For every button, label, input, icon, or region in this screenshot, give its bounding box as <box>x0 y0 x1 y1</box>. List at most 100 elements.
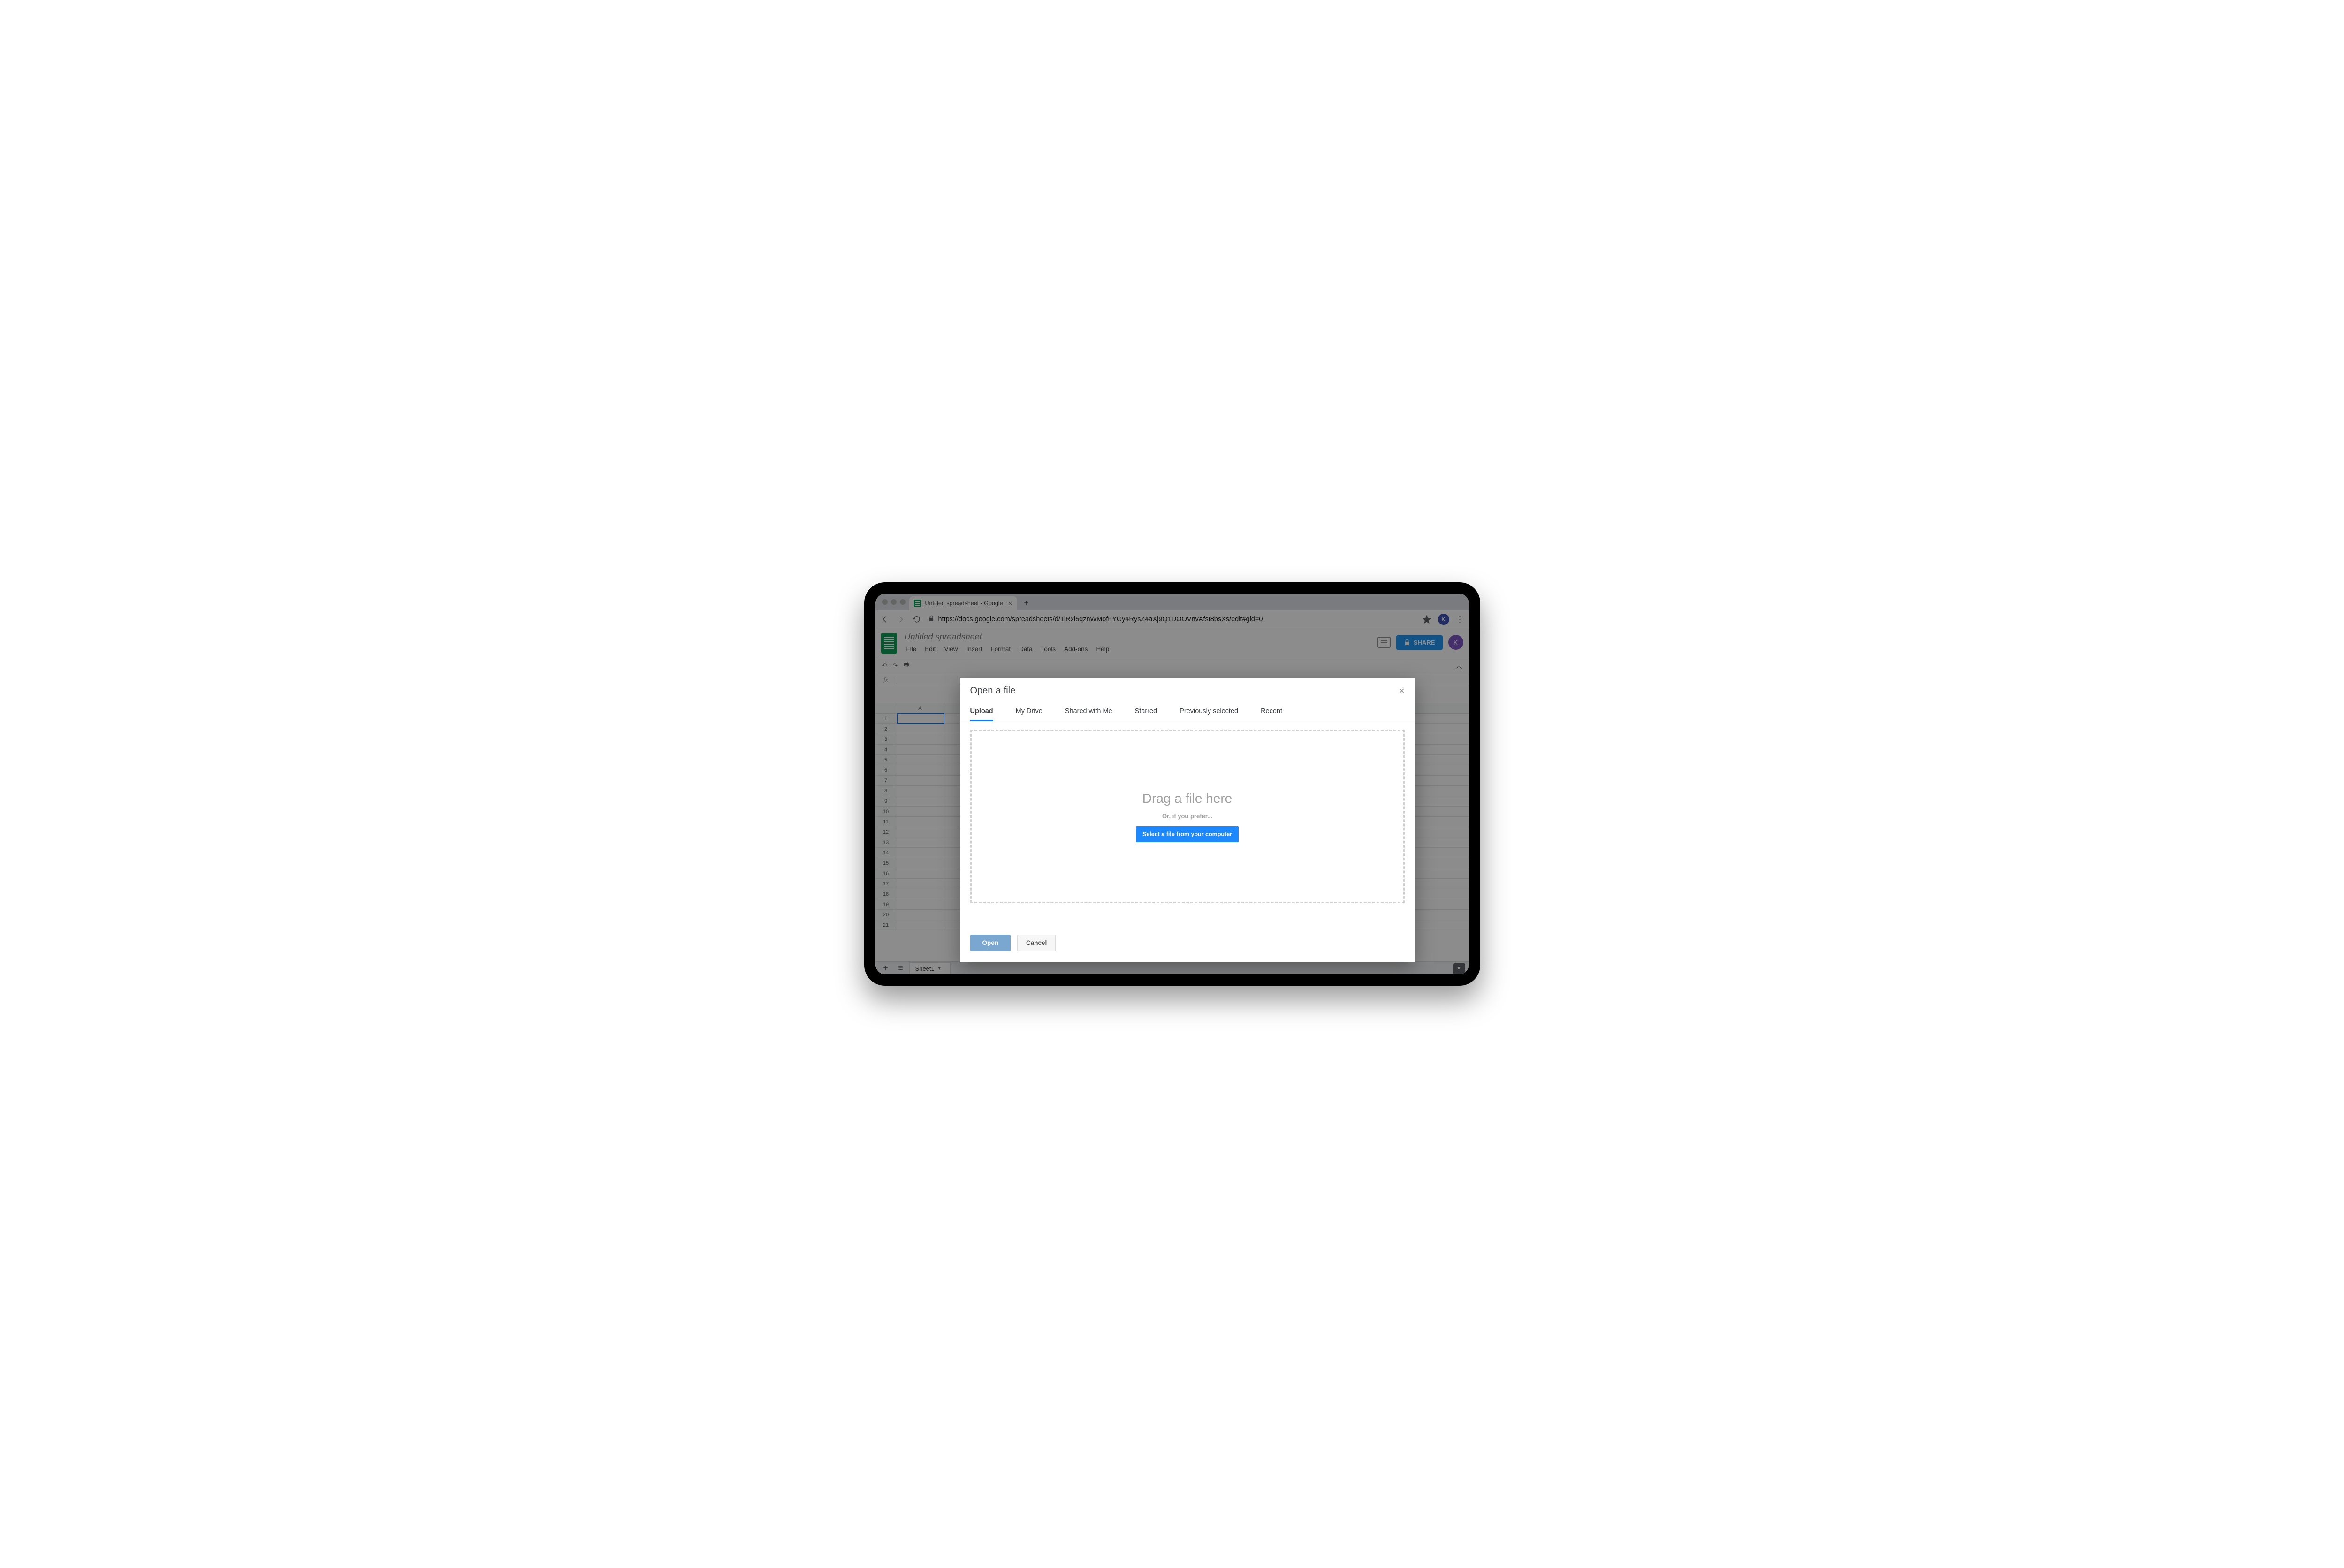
menu-edit[interactable]: Edit <box>921 644 939 655</box>
cell[interactable] <box>897 786 944 796</box>
print-icon[interactable]: 🖶 <box>903 661 909 671</box>
sheets-logo-icon[interactable] <box>881 633 898 650</box>
dialog-tab-recent[interactable]: Recent <box>1261 706 1282 721</box>
row-header[interactable]: 2 <box>875 724 897 734</box>
sheet-tab-menu-icon[interactable]: ▼ <box>937 966 942 971</box>
menu-add-ons[interactable]: Add-ons <box>1060 644 1091 655</box>
url-text: https://docs.google.com/spreadsheets/d/1… <box>938 616 1263 623</box>
menu-tools[interactable]: Tools <box>1037 644 1060 655</box>
column-header[interactable]: A <box>897 703 944 713</box>
sheet-tab[interactable]: Sheet1 ▼ <box>909 962 951 974</box>
open-file-dialog: Open a file × Upload My Drive Shared with … <box>960 678 1415 962</box>
bookmark-star-icon[interactable] <box>1422 615 1431 624</box>
reload-button[interactable] <box>912 615 921 624</box>
row-header[interactable]: 18 <box>875 889 897 899</box>
explore-button[interactable]: ✦ <box>1453 963 1465 974</box>
cell[interactable] <box>897 899 944 909</box>
cancel-button[interactable]: Cancel <box>1017 935 1056 951</box>
dialog-tab-starred[interactable]: Starred <box>1135 706 1157 721</box>
browser-tabstrip: Untitled spreadsheet - Google × + <box>875 594 1469 610</box>
upload-dropzone[interactable]: Drag a file here Or, if you prefer... Se… <box>970 730 1405 903</box>
cell[interactable] <box>897 848 944 858</box>
new-tab-button[interactable]: + <box>1020 596 1033 609</box>
lock-icon <box>928 615 935 624</box>
window-controls[interactable] <box>880 594 909 610</box>
menu-file[interactable]: File <box>903 644 921 655</box>
lock-icon <box>1404 639 1410 646</box>
row-header[interactable]: 8 <box>875 786 897 796</box>
row-header[interactable]: 10 <box>875 807 897 816</box>
cell[interactable] <box>897 807 944 816</box>
cell[interactable] <box>897 817 944 827</box>
select-all-corner[interactable] <box>875 703 897 713</box>
row-header[interactable]: 16 <box>875 868 897 878</box>
undo-icon[interactable]: ↶ <box>882 662 887 670</box>
menu-format[interactable]: Format <box>987 644 1014 655</box>
row-header[interactable]: 21 <box>875 920 897 930</box>
row-header[interactable]: 1 <box>875 714 897 723</box>
cell[interactable] <box>897 889 944 899</box>
cell[interactable] <box>897 755 944 765</box>
share-button[interactable]: SHARE <box>1396 635 1443 650</box>
comments-icon[interactable] <box>1377 637 1391 648</box>
dialog-tab-shared-with-me[interactable]: Shared with Me <box>1065 706 1112 721</box>
dropzone-title: Drag a file here <box>1142 791 1232 806</box>
menu-data[interactable]: Data <box>1015 644 1036 655</box>
row-header[interactable]: 7 <box>875 776 897 785</box>
dialog-tab-upload[interactable]: Upload <box>970 706 993 721</box>
cell[interactable] <box>897 868 944 878</box>
cell[interactable] <box>897 734 944 744</box>
menu-bar: FileEditViewInsertFormatDataToolsAdd-ons… <box>903 644 1373 655</box>
row-header[interactable]: 17 <box>875 879 897 889</box>
cell[interactable] <box>897 858 944 868</box>
address-bar[interactable]: https://docs.google.com/spreadsheets/d/1… <box>928 615 1416 624</box>
browser-menu-icon[interactable]: ⋮ <box>1456 615 1464 624</box>
cell[interactable] <box>897 776 944 785</box>
forward-button[interactable] <box>896 615 906 624</box>
sheets-header: Untitled spreadsheet FileEditViewInsertF… <box>875 628 1469 657</box>
cell[interactable] <box>897 910 944 920</box>
cell[interactable] <box>897 765 944 775</box>
back-button[interactable] <box>880 615 890 624</box>
menu-view[interactable]: View <box>941 644 962 655</box>
dialog-title: Open a file <box>970 685 1016 696</box>
cell[interactable] <box>897 879 944 889</box>
row-header[interactable]: 14 <box>875 848 897 858</box>
account-avatar[interactable]: K <box>1448 635 1463 650</box>
row-header[interactable]: 3 <box>875 734 897 744</box>
cell[interactable] <box>897 724 944 734</box>
menu-insert[interactable]: Insert <box>963 644 986 655</box>
row-header[interactable]: 12 <box>875 827 897 837</box>
redo-icon[interactable]: ↷ <box>892 662 898 670</box>
all-sheets-button[interactable]: ≡ <box>894 963 907 973</box>
document-title[interactable]: Untitled spreadsheet <box>903 631 1373 643</box>
cell[interactable] <box>897 745 944 754</box>
row-header[interactable]: 19 <box>875 899 897 909</box>
add-sheet-button[interactable]: + <box>879 963 892 973</box>
dialog-tab-my-drive[interactable]: My Drive <box>1016 706 1043 721</box>
cell[interactable] <box>897 827 944 837</box>
cell[interactable] <box>897 920 944 930</box>
cell[interactable] <box>897 714 944 723</box>
cell[interactable] <box>897 837 944 847</box>
row-header[interactable]: 20 <box>875 910 897 920</box>
row-header[interactable]: 4 <box>875 745 897 754</box>
row-header[interactable]: 5 <box>875 755 897 765</box>
row-header[interactable]: 11 <box>875 817 897 827</box>
row-header[interactable]: 6 <box>875 765 897 775</box>
select-file-button[interactable]: Select a file from your computer <box>1136 826 1239 842</box>
collapse-toolbar-icon[interactable]: ︿ <box>1456 661 1462 670</box>
dialog-close-icon[interactable]: × <box>1399 686 1405 696</box>
open-button[interactable]: Open <box>970 935 1011 951</box>
fx-label: fx <box>875 676 897 684</box>
tab-close-icon[interactable]: × <box>1008 600 1012 607</box>
browser-tab[interactable]: Untitled spreadsheet - Google × <box>909 596 1017 610</box>
menu-help[interactable]: Help <box>1092 644 1113 655</box>
row-header[interactable]: 9 <box>875 796 897 806</box>
dialog-tab-previously-selected[interactable]: Previously selected <box>1180 706 1238 721</box>
row-header[interactable]: 15 <box>875 858 897 868</box>
row-header[interactable]: 13 <box>875 837 897 847</box>
profile-avatar[interactable]: K <box>1438 614 1449 625</box>
cell[interactable] <box>897 796 944 806</box>
sheet-tab-bar: + ≡ Sheet1 ▼ ✦ <box>875 961 1469 974</box>
